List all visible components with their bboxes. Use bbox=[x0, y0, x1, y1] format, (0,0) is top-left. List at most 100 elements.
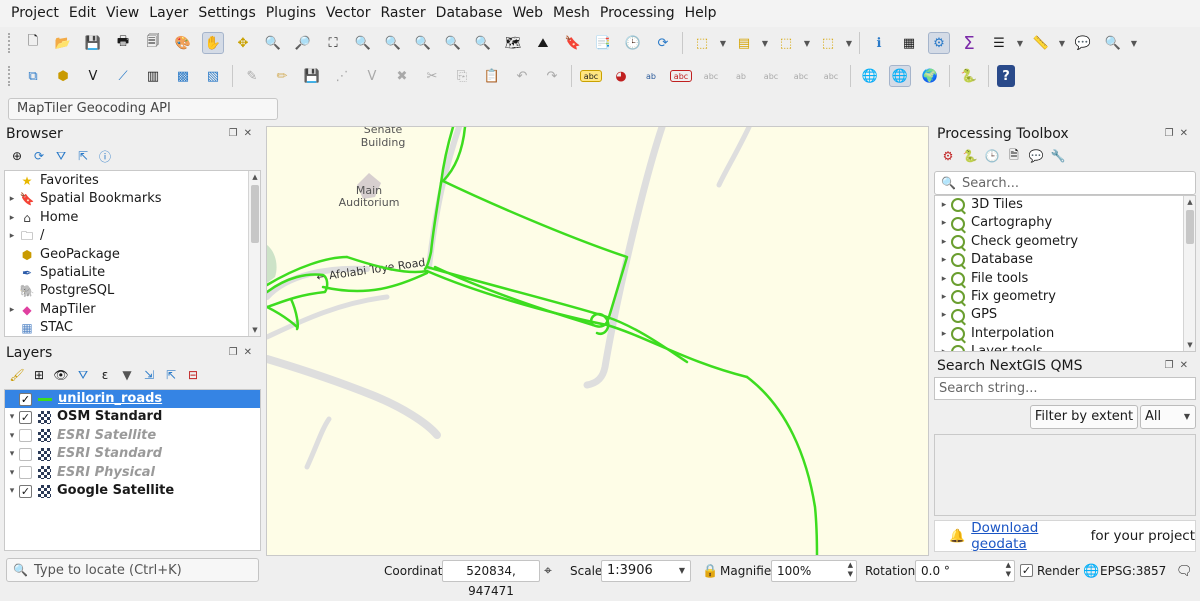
menu-item-database[interactable]: Database bbox=[431, 0, 508, 27]
layer-visibility-checkbox[interactable] bbox=[19, 447, 32, 461]
new-geopackage-layer-icon[interactable]: ⬢ bbox=[52, 65, 74, 87]
expand-arrow-icon[interactable]: ▸ bbox=[937, 270, 951, 288]
chevron-down-icon[interactable]: ▼ bbox=[1057, 32, 1067, 54]
filter-expression-icon[interactable]: ε bbox=[96, 366, 114, 384]
spinner-icon[interactable]: ▲ ▼ bbox=[848, 561, 853, 579]
expand-arrow-icon[interactable]: ▸ bbox=[5, 301, 19, 319]
temporal-controller-icon[interactable]: 🕒 bbox=[622, 32, 644, 54]
add-group-icon[interactable]: ⊞ bbox=[30, 366, 48, 384]
quickmapservices-icon[interactable]: 🌐 bbox=[859, 65, 881, 87]
processing-provider-fix-geometry[interactable]: ▸ Fix geometry bbox=[935, 288, 1195, 306]
processing-search-field[interactable]: 🔍 Search... bbox=[934, 171, 1196, 195]
select-by-value-icon[interactable]: ▤ bbox=[733, 32, 755, 54]
browser-scrollbar[interactable]: ▲ ▼ bbox=[248, 171, 260, 336]
layer-item-osm-standard[interactable]: ▾ ✓ OSM Standard bbox=[5, 408, 260, 426]
panel-float-close-icons[interactable]: ❐✕ bbox=[1165, 128, 1194, 139]
menu-item-edit[interactable]: Edit bbox=[64, 0, 101, 27]
label-properties-icon[interactable]: abc bbox=[820, 65, 842, 87]
save-edits-icon[interactable]: 💾 bbox=[301, 65, 323, 87]
show-bookmarks-icon[interactable]: 📑 bbox=[592, 32, 614, 54]
expand-arrow-icon[interactable]: ▸ bbox=[937, 214, 951, 232]
measure-line-icon[interactable]: 📏 bbox=[1030, 32, 1052, 54]
select-features-icon[interactable]: ⬚ bbox=[691, 32, 713, 54]
layer-item-esri-physical[interactable]: ▾ ESRI Physical bbox=[5, 464, 260, 482]
expand-arrow-icon[interactable]: ▾ bbox=[5, 408, 19, 426]
menu-item-help[interactable]: Help bbox=[680, 0, 722, 27]
coordinate-field[interactable]: 520834, 947471 bbox=[442, 560, 540, 598]
refresh-icon[interactable]: ⟳ bbox=[30, 147, 48, 165]
messages-icon[interactable]: 🗨 bbox=[1176, 564, 1193, 579]
chevron-down-icon[interactable]: ▼ bbox=[1015, 32, 1025, 54]
zoom-out-icon[interactable]: 🔎 bbox=[292, 32, 314, 54]
nextgis-search-icon[interactable]: 🌐 bbox=[889, 65, 911, 87]
scroll-thumb[interactable] bbox=[251, 185, 259, 243]
layer-visibility-checkbox[interactable]: ✓ bbox=[19, 484, 32, 498]
browser-item-postgresql[interactable]: 🐘 PostgreSQL bbox=[5, 282, 260, 300]
add-raster-icon[interactable]: ▩ bbox=[172, 65, 194, 87]
toolbar-grip[interactable] bbox=[8, 66, 12, 86]
lock-icon[interactable]: 🔒 bbox=[702, 564, 718, 579]
nextgis-search-input[interactable]: Search string... bbox=[934, 377, 1196, 400]
data-source-manager-icon[interactable]: ⧉ bbox=[22, 65, 44, 87]
statistics-sigma-icon[interactable]: Σ bbox=[958, 32, 980, 54]
expand-all-icon[interactable]: ⇲ bbox=[140, 366, 158, 384]
layer-item-esri-satellite[interactable]: ▾ ESRI Satellite bbox=[5, 427, 260, 445]
browser-item-root[interactable]: ▸ 🗀 / bbox=[5, 227, 260, 245]
refresh-icon[interactable]: ⟳ bbox=[652, 32, 674, 54]
layer-visibility-checkbox[interactable]: ✓ bbox=[19, 392, 32, 406]
expand-arrow-icon[interactable]: ▸ bbox=[5, 209, 19, 227]
delete-selected-icon[interactable]: ✖ bbox=[391, 65, 413, 87]
browser-item-spatialite[interactable]: ✒ SpatiaLite bbox=[5, 264, 260, 282]
digitize-line-icon[interactable]: ⟋ bbox=[112, 65, 134, 87]
maptiler-geocoding-input[interactable]: MapTiler Geocoding API bbox=[8, 98, 278, 120]
scroll-up-icon[interactable]: ▲ bbox=[249, 171, 261, 183]
manage-map-themes-icon[interactable]: 👁 bbox=[52, 366, 70, 384]
rotate-label-icon[interactable]: abc bbox=[760, 65, 782, 87]
add-selected-layers-icon[interactable]: ⊕ bbox=[8, 147, 26, 165]
rotation-field[interactable]: 0.0 ° ▲ ▼ bbox=[915, 560, 1015, 582]
pan-to-selection-icon[interactable]: ✥ bbox=[232, 32, 254, 54]
open-attribute-table-icon[interactable]: ▦ bbox=[898, 32, 920, 54]
panel-float-close-icons[interactable]: ❐✕ bbox=[229, 347, 258, 358]
chevron-down-icon[interactable]: ▼ bbox=[844, 32, 854, 54]
redo-icon[interactable]: ↷ bbox=[541, 65, 563, 87]
magnifier-field[interactable]: 100% ▲ ▼ bbox=[771, 560, 857, 582]
change-label-icon[interactable]: abc bbox=[790, 65, 812, 87]
add-vector-icon[interactable]: ▧ bbox=[202, 65, 224, 87]
remove-layer-icon[interactable]: ⊟ bbox=[184, 366, 202, 384]
chevron-down-icon[interactable]: ▼ bbox=[802, 32, 812, 54]
select-location-icon[interactable]: ⬚ bbox=[817, 32, 839, 54]
map-canvas[interactable]: Main Auditorium Senate Building ← Afolab… bbox=[266, 126, 929, 556]
browser-item-home[interactable]: ▸ ⌂ Home bbox=[5, 209, 260, 227]
processing-scrollbar[interactable]: ▲ ▼ bbox=[1183, 196, 1195, 351]
menu-item-layer[interactable]: Layer bbox=[144, 0, 193, 27]
layer-item-unilorin-roads[interactable]: ✓ unilorin_roads bbox=[5, 390, 260, 409]
processing-provider-check-geometry[interactable]: ▸ Check geometry bbox=[935, 233, 1195, 251]
models-icon[interactable]: ⚙ bbox=[939, 147, 957, 165]
paste-features-icon[interactable]: 📋 bbox=[481, 65, 503, 87]
layer-visibility-checkbox[interactable] bbox=[19, 429, 32, 443]
copy-features-icon[interactable]: ⎘ bbox=[451, 65, 473, 87]
browser-item-geopackage[interactable]: ⬢ GeoPackage bbox=[5, 246, 260, 264]
style-manager-icon[interactable]: 🎨 bbox=[172, 32, 194, 54]
processing-provider-interpolation[interactable]: ▸ Interpolation bbox=[935, 325, 1195, 343]
menu-item-vector[interactable]: Vector bbox=[321, 0, 376, 27]
processing-provider-gps[interactable]: ▸ GPS bbox=[935, 306, 1195, 324]
toggle-editing-icon[interactable]: ✏ bbox=[271, 65, 293, 87]
expand-arrow-icon[interactable]: ▸ bbox=[937, 233, 951, 251]
expand-arrow-icon[interactable]: ▸ bbox=[937, 306, 951, 324]
expand-arrow-icon[interactable]: ▸ bbox=[937, 325, 951, 343]
scroll-up-icon[interactable]: ▲ bbox=[1184, 196, 1195, 208]
panel-float-close-icons[interactable]: ❐✕ bbox=[1165, 360, 1194, 371]
layer-visibility-checkbox[interactable]: ✓ bbox=[19, 411, 32, 425]
new-spatial-bookmark-icon[interactable]: 🔖 bbox=[562, 32, 584, 54]
layer-diagram-icon[interactable]: ◕ bbox=[610, 65, 632, 87]
scroll-thumb[interactable] bbox=[1186, 210, 1194, 244]
expand-arrow-icon[interactable]: ▾ bbox=[5, 482, 19, 500]
zoom-full-icon[interactable]: ⛶ bbox=[322, 32, 344, 54]
crs-label[interactable]: EPSG:3857 bbox=[1100, 564, 1166, 578]
toolbar-grip[interactable] bbox=[8, 33, 12, 53]
zoom-to-selection-icon[interactable]: 🔍 bbox=[352, 32, 374, 54]
add-feature-icon[interactable]: ⋰ bbox=[331, 65, 353, 87]
python-scripts-icon[interactable]: 🐍 bbox=[961, 147, 979, 165]
